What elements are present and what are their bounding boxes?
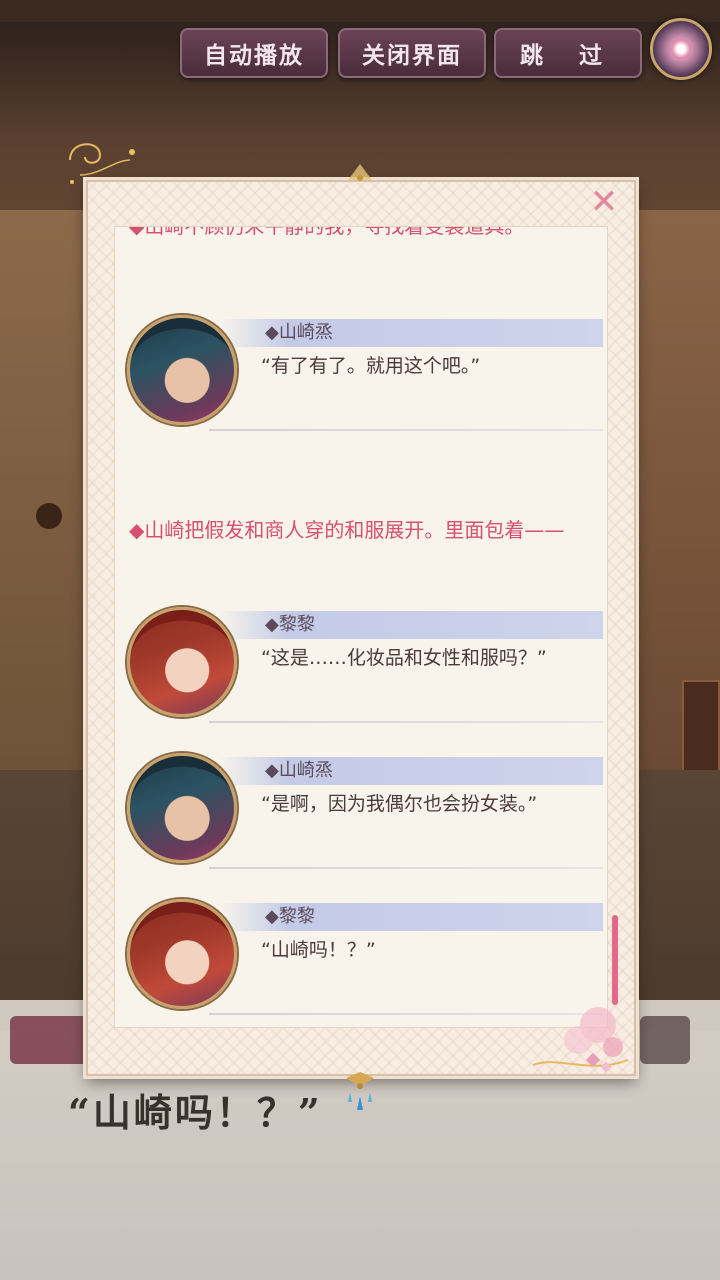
door-handle [36,503,62,529]
current-dialogue-text: “山崎吗！？” [68,1090,323,1135]
hair-shape [130,902,234,948]
hair-shape [130,318,234,364]
speaker-name: ◆黎黎 [265,906,315,927]
backlog-scroll-area[interactable]: ◆山崎不顾仍未平静的我，寻找着变装道具。 ◆山崎烝 “有了有了。就用这个吧。” … [114,226,608,1028]
dialogue-line: “这是……化妆品和女性和服吗？” [261,647,547,669]
backlog-panel: ◆山崎不顾仍未平静的我，寻找着变装道具。 ◆山崎烝 “有了有了。就用这个吧。” … [86,180,636,1076]
dialogue-line: “山崎吗！？” [261,939,376,961]
sliding-door-left [0,210,90,770]
entry-divider [209,867,603,869]
narration-text: ◆山崎不顾仍未平静的我，寻找着变装道具。 [129,227,589,267]
narration-line: ◆山崎不顾仍未平静的我，寻找着变装道具。 [129,227,589,239]
speaker-name: ◆黎黎 [265,614,315,635]
flower-icon [667,35,695,63]
bottom-tassel-ornament-icon [346,1072,374,1110]
hair-shape [130,610,234,656]
top-fan-ornament-icon [348,164,372,181]
dialogue-line: “是啊，因为我偶尔也会扮女装。” [261,793,538,815]
log-entry: ◆山崎烝 “有了有了。就用这个吧。” [115,311,607,431]
dialogue-line: “有了有了。就用这个吧。” [261,355,481,377]
entry-divider [209,721,603,723]
avatar-yamazaki [127,315,237,425]
close-icon[interactable]: ✕ [588,185,620,219]
avatar-lili [127,607,237,717]
avatar-lili [127,899,237,1009]
ceiling-beam [0,0,720,22]
close-ui-button[interactable]: 关闭界面 [338,28,486,78]
entry-divider [209,429,603,431]
avatar-yamazaki [127,753,237,863]
hair-shape [130,756,234,802]
log-entry: ◆山崎烝 “是啊，因为我偶尔也会扮女装。” [115,749,607,869]
speaker-name: ◆山崎烝 [265,760,333,781]
log-entry: ◆黎黎 “这是……化妆品和女性和服吗？” [115,603,607,723]
menu-emblem-icon[interactable] [650,18,712,80]
log-button[interactable] [640,1016,690,1064]
sakura-ornament [532,1007,629,1073]
skip-button[interactable]: 跳 过 [494,28,642,78]
speaker-name: ◆山崎烝 [265,322,333,343]
auto-play-button[interactable]: 自动播放 [180,28,328,78]
narration-text: ◆山崎把假发和商人穿的和服展开。里面包着—— [129,518,565,542]
